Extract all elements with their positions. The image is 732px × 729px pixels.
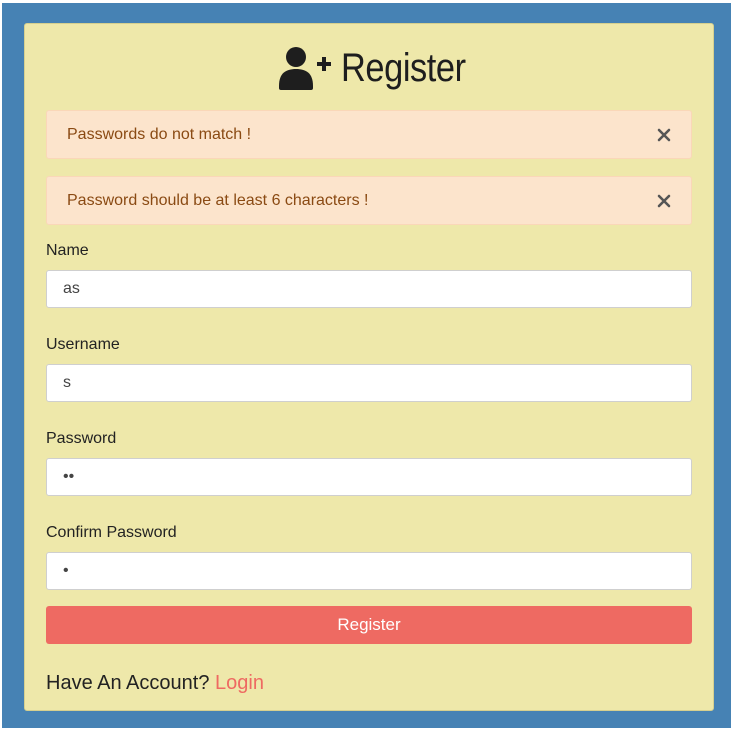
name-label: Name <box>46 242 89 259</box>
alert-password-length: Password should be at least 6 characters… <box>46 176 692 225</box>
alert-password-mismatch: Passwords do not match ! <box>46 110 692 159</box>
username-field[interactable] <box>46 364 692 402</box>
register-card: Register Passwords do not match ! Passwo… <box>24 23 714 711</box>
password-field[interactable] <box>46 458 692 496</box>
page-background: Register Passwords do not match ! Passwo… <box>2 3 731 728</box>
close-icon[interactable] <box>657 194 671 208</box>
alert-message: Password should be at least 6 characters… <box>67 191 369 209</box>
page-title-text: Register <box>340 45 466 90</box>
close-icon[interactable] <box>657 128 671 142</box>
name-field[interactable] <box>46 270 692 308</box>
login-link[interactable]: Login <box>215 672 264 694</box>
confirm-password-field[interactable] <box>46 552 692 590</box>
login-prompt-text: Have An Account? <box>46 672 210 694</box>
register-button[interactable]: Register <box>46 606 692 644</box>
username-label: Username <box>46 336 120 353</box>
login-prompt: Have An Account? Login <box>46 672 692 695</box>
alert-message: Passwords do not match ! <box>67 125 252 143</box>
confirm-password-label: Confirm Password <box>46 524 177 541</box>
user-plus-icon <box>278 47 331 90</box>
page-title: Register <box>46 24 692 110</box>
password-label: Password <box>46 430 117 447</box>
